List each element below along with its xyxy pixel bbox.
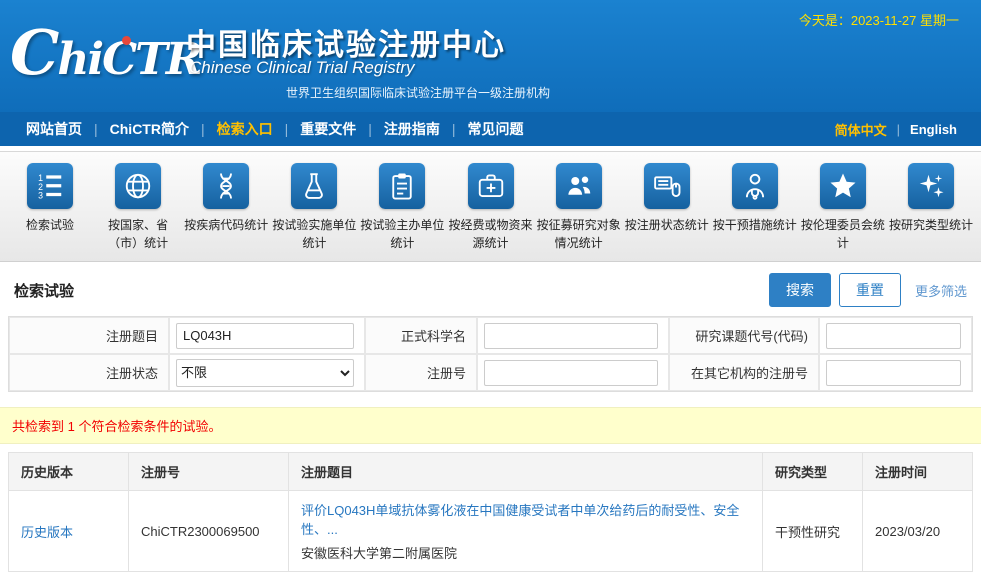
reg-title-input[interactable]	[176, 323, 354, 349]
more-filters-link[interactable]: 更多筛选	[915, 281, 967, 300]
toolbar-item-label: 检索试验	[26, 216, 74, 234]
keyboard-mouse-icon	[644, 163, 690, 209]
nav-item-guide[interactable]: 注册指南	[372, 119, 452, 139]
list-123-icon: 123	[27, 163, 73, 209]
star-icon	[820, 163, 866, 209]
trial-institution: 安徽医科大学第二附属医院	[301, 546, 457, 561]
nav-item-home[interactable]: 网站首页	[14, 119, 94, 139]
site-header: ChiCTR 中国临床试验注册中心 Chinese Clinical Trial…	[0, 0, 981, 112]
other-reg-no-cell	[819, 354, 972, 391]
toolbar-item-stats-by-recruitment[interactable]: 按征募研究对象情况统计	[535, 163, 623, 252]
nav-item-about[interactable]: ChiCTR简介	[98, 119, 201, 139]
registration-number: ChiCTR2300069500	[129, 491, 289, 572]
toolbar-item-label: 按国家、省（市）统计	[96, 216, 180, 252]
sci-name-input[interactable]	[484, 323, 658, 349]
toolbar-item-stats-by-disease-code[interactable]: 按疾病代码统计	[182, 163, 270, 252]
statistics-toolbar: 123 检索试验 按国家、省（市）统计 按疾病代码统计 按试验实施单位统计 按试…	[0, 151, 981, 262]
section-title: 检索试验	[14, 280, 74, 301]
toolbar-item-label: 按试验实施单位统计	[272, 216, 356, 252]
reg-status-cell: 不限	[169, 354, 365, 391]
logo-text: ChiCTR	[10, 16, 200, 89]
main-nav: 网站首页 | ChiCTR简介 | 检索入口 | 重要文件 | 注册指南 | 常…	[0, 112, 981, 146]
sci-name-cell	[477, 317, 669, 354]
site-subtitle: 世界卫生组织国际临床试验注册平台一级注册机构	[286, 84, 550, 101]
people-icon	[556, 163, 602, 209]
reset-button[interactable]: 重置	[839, 273, 901, 307]
toolbar-item-stats-by-registration-status[interactable]: 按注册状态统计	[623, 163, 711, 252]
language-switcher: 简体中文 | English	[825, 120, 967, 139]
reg-no-label: 注册号	[365, 354, 477, 391]
site-title-en: Chinese Clinical Trial Registry	[189, 58, 414, 78]
reg-title-cell	[169, 317, 365, 354]
results-header-row: 历史版本 注册号 注册题目 研究类型 注册时间	[9, 453, 973, 491]
results-table: 历史版本 注册号 注册题目 研究类型 注册时间 历史版本 ChiCTR23000…	[8, 452, 973, 572]
header-study-type: 研究类型	[763, 453, 863, 491]
toolbar-item-label: 按伦理委员会统计	[801, 216, 885, 252]
header-reg-title: 注册题目	[289, 453, 763, 491]
reg-title-label: 注册题目	[9, 317, 169, 354]
search-button[interactable]: 搜索	[769, 273, 831, 307]
other-reg-no-input[interactable]	[826, 360, 961, 386]
doctor-icon	[732, 163, 778, 209]
result-count-notice: 共检索到 1 个符合检索条件的试验。	[0, 407, 981, 444]
toolbar-item-label: 按征募研究对象情况统计	[537, 216, 621, 252]
reg-status-label: 注册状态	[9, 354, 169, 391]
study-type: 干预性研究	[763, 491, 863, 572]
toolbar-item-label: 按注册状态统计	[625, 216, 709, 234]
logo-red-dot-icon	[122, 36, 131, 45]
header-reg-date: 注册时间	[863, 453, 973, 491]
toolbar-item-label: 按研究类型统计	[889, 216, 973, 234]
dna-icon	[203, 163, 249, 209]
trial-title-link[interactable]: 评价LQ043H单域抗体雾化液在中国健康受试者中单次给药后的耐受性、安全性、..…	[301, 500, 750, 538]
project-code-input[interactable]	[826, 323, 961, 349]
header-reg-no: 注册号	[129, 453, 289, 491]
toolbar-item-stats-by-country[interactable]: 按国家、省（市）统计	[94, 163, 182, 252]
toolbar-item-stats-by-ethics-committee[interactable]: 按伦理委员会统计	[799, 163, 887, 252]
search-section-header: 检索试验 搜索 重置 更多筛选	[0, 262, 981, 316]
globe-icon	[115, 163, 161, 209]
toolbar-item-label: 按经费或物资来源统计	[449, 216, 533, 252]
project-code-cell	[819, 317, 972, 354]
header-history: 历史版本	[9, 453, 129, 491]
toolbar-item-label: 按疾病代码统计	[184, 216, 268, 234]
sci-name-label: 正式科学名	[365, 317, 477, 354]
nav-item-documents[interactable]: 重要文件	[288, 119, 368, 139]
toolbar-item-stats-by-intervention[interactable]: 按干预措施统计	[711, 163, 799, 252]
toolbar-item-label: 按试验主办单位统计	[360, 216, 444, 252]
toolbar-item-search-trials[interactable]: 123 检索试验	[6, 163, 94, 252]
search-actions: 搜索 重置 更多筛选	[769, 273, 967, 307]
search-form: 注册题目 正式科学名 研究课题代号(代码) 注册状态 不限 注册号 在其它机构的…	[8, 316, 973, 392]
other-reg-no-label: 在其它机构的注册号	[669, 354, 819, 391]
medical-kit-icon	[468, 163, 514, 209]
nav-item-faq[interactable]: 常见问题	[456, 119, 536, 139]
reg-no-input[interactable]	[484, 360, 658, 386]
toolbar-item-stats-by-sponsor[interactable]: 按试验主办单位统计	[358, 163, 446, 252]
sparkles-icon	[908, 163, 954, 209]
reg-status-select[interactable]: 不限	[176, 359, 354, 387]
flask-icon	[291, 163, 337, 209]
nav-item-search-entry[interactable]: 检索入口	[205, 119, 285, 139]
toolbar-item-stats-by-implementing-unit[interactable]: 按试验实施单位统计	[270, 163, 358, 252]
chictr-logo[interactable]: ChiCTR	[10, 16, 200, 89]
toolbar-item-label: 按干预措施统计	[713, 216, 797, 234]
lang-english[interactable]: English	[900, 122, 967, 137]
project-code-label: 研究课题代号(代码)	[669, 317, 819, 354]
svg-text:3: 3	[38, 191, 43, 201]
table-row: 历史版本 ChiCTR2300069500 评价LQ043H单域抗体雾化液在中国…	[9, 491, 973, 572]
reg-no-cell	[477, 354, 669, 391]
history-version-link[interactable]: 历史版本	[21, 525, 73, 540]
lang-simplified-chinese[interactable]: 简体中文	[825, 120, 897, 139]
registration-date: 2023/03/20	[863, 491, 973, 572]
current-date: 今天是：2023-11-27 星期一	[799, 10, 959, 29]
clipboard-icon	[379, 163, 425, 209]
toolbar-item-stats-by-funding[interactable]: 按经费或物资来源统计	[446, 163, 534, 252]
toolbar-item-stats-by-study-type[interactable]: 按研究类型统计	[887, 163, 975, 252]
